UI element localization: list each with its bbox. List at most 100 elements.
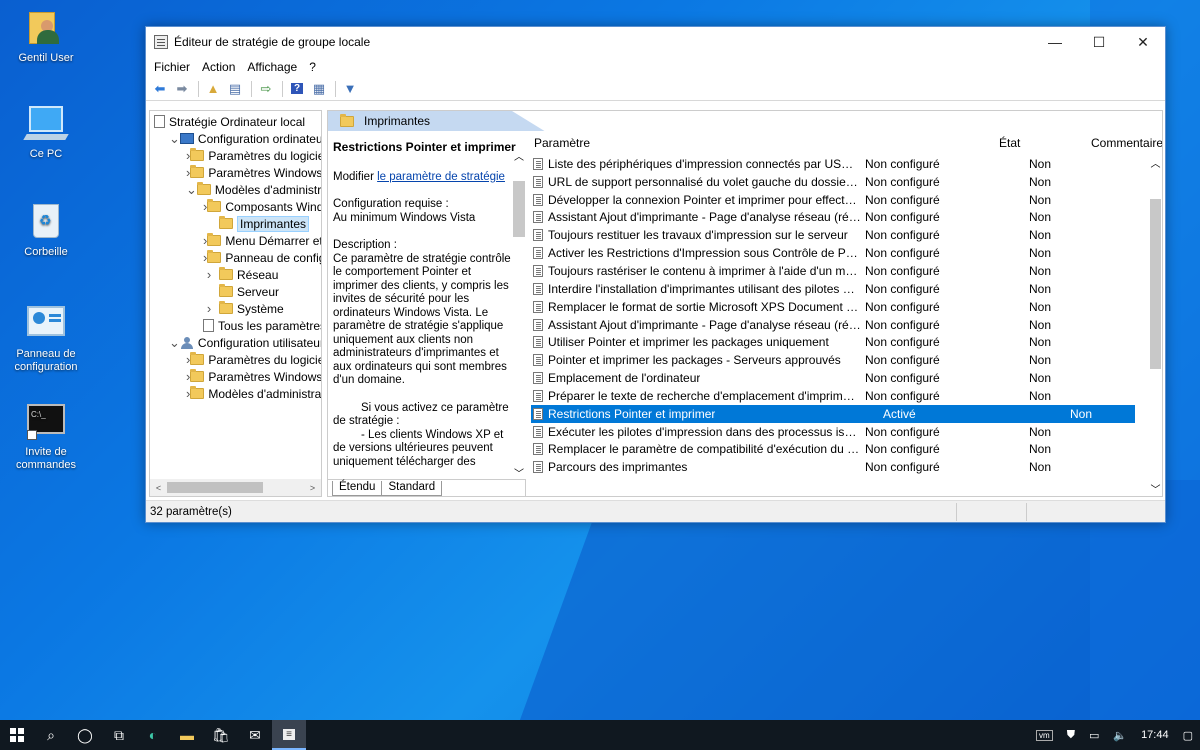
search-icon[interactable]: ⌕ <box>34 720 68 750</box>
gpedit-taskbar-icon[interactable]: ≡ <box>272 720 306 750</box>
tree-item[interactable]: ⌄ Modèles d'administrat <box>150 181 321 198</box>
list-row[interactable]: Pointer et imprimer les packages - Serve… <box>531 351 1162 369</box>
list-row[interactable]: Développer la connexion Pointer et impri… <box>531 191 1162 209</box>
chevron-down-icon[interactable]: ⌄ <box>169 131 180 147</box>
edit-policy-link[interactable]: le paramètre de stratégie <box>377 171 505 183</box>
tree-item[interactable]: › Paramètres du logiciel <box>150 147 321 164</box>
list-row[interactable]: Préparer le texte de recherche d'emplace… <box>531 387 1162 405</box>
list-row[interactable]: Toujours restituer les travaux d'impress… <box>531 226 1162 244</box>
show-hide-tree-icon[interactable]: ▤ <box>225 80 245 98</box>
list-row[interactable]: Utiliser Pointer et imprimer les package… <box>531 333 1162 351</box>
list-row[interactable]: Exécuter les pilotes d'impression dans d… <box>531 423 1162 441</box>
tree-item[interactable]: ⌄ Configuration ordinateur <box>150 130 321 147</box>
scroll-thumb[interactable] <box>1150 199 1161 369</box>
scroll-left-icon[interactable]: < <box>150 483 167 493</box>
volume-icon[interactable]: 🔈 <box>1113 729 1127 742</box>
list-row[interactable]: Remplacer le paramètre de compatibilité … <box>531 441 1162 459</box>
chevron-right-icon[interactable]: › <box>203 301 215 316</box>
desktop-icon-this-pc[interactable]: Ce PC <box>6 104 86 161</box>
tree-item[interactable]: Stratégie Ordinateur local <box>150 113 321 130</box>
edge-icon[interactable]: ◐ <box>136 720 170 750</box>
tree-horizontal-scrollbar[interactable]: < > <box>150 479 321 496</box>
up-folder-icon[interactable]: ▲ <box>203 80 223 98</box>
tab-extended[interactable]: Étendu <box>332 481 383 496</box>
list-row[interactable]: Assistant Ajout d'imprimante - Page d'an… <box>531 209 1162 227</box>
minimize-button[interactable]: — <box>1033 27 1077 57</box>
tree-item[interactable]: Serveur <box>150 283 321 300</box>
list-row[interactable]: Interdire l'installation d'imprimantes u… <box>531 280 1162 298</box>
properties-icon[interactable]: ▦ <box>309 80 329 98</box>
tree-item[interactable]: › Panneau de config <box>150 249 321 266</box>
filter-icon[interactable]: ▼ <box>340 80 360 98</box>
desktop-icon-user-folder[interactable]: Gentil User <box>6 8 86 65</box>
export-list-icon[interactable]: ⇨ <box>256 80 276 98</box>
desktop-icon-recycle-bin[interactable]: ♻ Corbeille <box>6 202 86 259</box>
security-icon[interactable]: ⛊ <box>1067 729 1075 742</box>
vm-icon[interactable]: vm <box>1036 729 1053 741</box>
scroll-thumb[interactable] <box>167 482 263 493</box>
tree-item[interactable]: › Modèles d'administrat <box>150 385 321 402</box>
column-header-comment[interactable]: Commentaire <box>1091 136 1162 150</box>
list-row[interactable]: Restrictions Pointer et imprimer Activé No… <box>531 404 1135 423</box>
cortana-icon[interactable]: ◯ <box>68 720 102 750</box>
tree-item[interactable]: › Système <box>150 300 321 317</box>
column-header-name[interactable]: Paramètre <box>531 136 861 150</box>
tree-item[interactable]: › Paramètres du logiciel <box>150 351 321 368</box>
tab-standard[interactable]: Standard <box>381 481 443 496</box>
list-row[interactable]: URL de support personnalisé du volet gau… <box>531 173 1162 191</box>
list-row[interactable]: Liste des périphériques d'impression con… <box>531 155 1162 173</box>
list-row[interactable]: Remplacer le format de sortie Microsoft … <box>531 298 1162 316</box>
chevron-down-icon[interactable]: ⌄ <box>186 182 197 198</box>
list-row[interactable]: Parcours des imprimantes Non configuré Non <box>531 458 1162 476</box>
help-icon[interactable]: ? <box>287 80 307 98</box>
chevron-up-icon[interactable]: ︿ <box>512 151 526 165</box>
menu-view[interactable]: Affichage <box>241 60 303 74</box>
list-row[interactable]: Assistant Ajout d'imprimante - Page d'an… <box>531 316 1162 334</box>
chevron-right-icon[interactable]: › <box>203 267 215 282</box>
column-header-state[interactable]: État <box>861 136 1091 150</box>
list-row[interactable]: Emplacement de l'ordinateur Non configuré… <box>531 369 1162 387</box>
start-icon[interactable] <box>0 720 34 750</box>
setting-state: Non configuré <box>865 281 940 296</box>
tree-item[interactable]: › Paramètres Windows <box>150 368 321 385</box>
store-icon[interactable]: 🛍 <box>204 720 238 750</box>
task-view-icon[interactable]: ⧉ <box>102 720 136 750</box>
menu-file[interactable]: Fichier <box>148 60 196 74</box>
desktop-icon-command-prompt[interactable]: C:\_ Invite de commandes <box>6 402 86 472</box>
scroll-right-icon[interactable]: > <box>304 483 321 493</box>
scroll-thumb[interactable] <box>513 181 525 237</box>
tree-item[interactable]: › Paramètres Windows <box>150 164 321 181</box>
clock[interactable]: 17:44 <box>1141 729 1169 741</box>
tree-item[interactable]: ⌄ Configuration utilisateur <box>150 334 321 351</box>
setting-state: Non configuré <box>865 299 940 314</box>
tree-item[interactable]: Imprimantes <box>150 215 321 232</box>
back-arrow-icon[interactable]: ⬅ <box>150 80 170 98</box>
forward-arrow-icon[interactable]: ➡ <box>172 80 192 98</box>
list-vertical-scrollbar[interactable]: ︿ ﹀ <box>1147 151 1162 496</box>
menu-help[interactable]: ? <box>303 60 322 74</box>
close-button[interactable]: ✕ <box>1121 27 1165 57</box>
chevron-up-icon[interactable]: ︿ <box>1147 155 1162 170</box>
chevron-down-icon[interactable]: ﹀ <box>1147 481 1162 496</box>
menu-action[interactable]: Action <box>196 60 241 74</box>
tree-item[interactable]: › Réseau <box>150 266 321 283</box>
chevron-down-icon[interactable]: ⌄ <box>169 335 180 351</box>
file-explorer-icon[interactable]: ▬ <box>170 720 204 750</box>
folder-icon <box>190 165 205 178</box>
mail-icon[interactable]: ✉ <box>238 720 272 750</box>
tree-item[interactable]: › Menu Démarrer et <box>150 232 321 249</box>
network-icon[interactable]: ▭ <box>1089 729 1099 742</box>
title-bar[interactable]: Éditeur de stratégie de groupe locale — … <box>146 27 1165 57</box>
desktop-icon-control-panel[interactable]: Panneau de configuration <box>6 304 86 374</box>
notification-icon[interactable]: ▢ <box>1183 729 1193 742</box>
setting-name: Remplacer le format de sortie Microsoft … <box>548 299 861 314</box>
setting-name-cell: Remplacer le paramètre de compatibilité … <box>531 442 861 456</box>
list-row[interactable]: Toujours rastériser le contenu à imprime… <box>531 262 1162 280</box>
tree-item[interactable]: Tous les paramètres <box>150 317 321 334</box>
tree-item[interactable]: › Composants Windo <box>150 198 321 215</box>
folder-icon <box>219 284 233 297</box>
status-bar: 32 paramètre(s) <box>146 500 1165 522</box>
list-row[interactable]: Activer les Restrictions d'Impression so… <box>531 244 1162 262</box>
description-scrollbar[interactable]: ︿ ﹀ <box>512 151 526 480</box>
maximize-button[interactable]: ☐ <box>1077 27 1121 57</box>
